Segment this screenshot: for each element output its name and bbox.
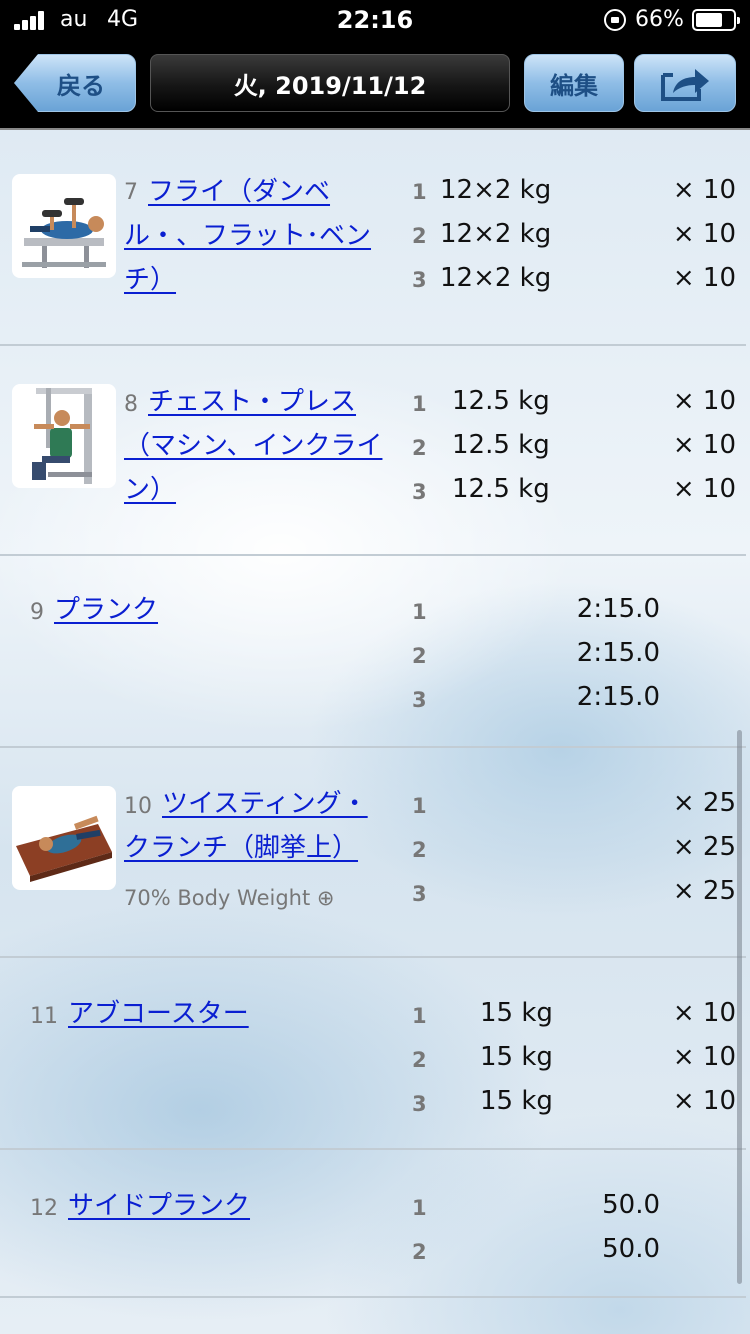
set-number: 2 — [412, 644, 427, 668]
set-weight: 12.5 kg — [452, 474, 550, 504]
set-number: 1 — [412, 600, 427, 624]
set-number: 1 — [412, 180, 427, 204]
set-number: 1 — [412, 1004, 427, 1028]
set-weight: 12×2 kg — [440, 219, 552, 249]
status-bar: au 4G 22:16 66% — [0, 0, 750, 40]
set-number: 3 — [412, 688, 427, 712]
set-number: 1 — [412, 794, 427, 818]
exercise-name-link[interactable]: アブコースター — [68, 992, 249, 1036]
exercise-row[interactable]: 8 チェスト・プレス （マシン、インクライ ン） 1 12.5 kg × 10 … — [0, 346, 746, 556]
set-number: 3 — [412, 1092, 427, 1116]
exercise-name-line: （マシン、インクライ — [124, 431, 383, 461]
exercise-name-line: ル・、フラット･ベン — [124, 221, 372, 251]
exercise-name-line: フライ（ダンベ — [148, 177, 331, 207]
set-number: 2 — [412, 838, 427, 862]
edit-button[interactable]: 編集 — [524, 54, 624, 112]
set-number: 1 — [412, 392, 427, 416]
exercise-name-link[interactable]: フライ（ダンベ — [148, 170, 330, 214]
scrollbar[interactable] — [737, 730, 742, 1284]
set-weight: 15 kg — [480, 1086, 553, 1116]
exercise-number: 10 — [124, 794, 152, 819]
exercise-thumbnail — [12, 786, 116, 890]
chest-press-machine-icon — [32, 388, 92, 484]
set-number: 2 — [412, 1240, 427, 1264]
set-weight: 12×2 kg — [440, 263, 552, 293]
share-button[interactable] — [634, 54, 736, 112]
set-number: 2 — [412, 436, 427, 460]
set-reps: × 10 — [672, 386, 736, 416]
exercise-row[interactable]: 11 アブコースター 1 15 kg × 10 2 15 kg × 10 3 1… — [0, 958, 746, 1150]
exercise-name-line: ン） — [124, 475, 177, 505]
exercise-name-link[interactable]: クランチ（脚挙上） — [124, 826, 358, 870]
set-weight: 15 kg — [480, 998, 553, 1028]
set-time: 2:15.0 — [576, 682, 660, 712]
set-time: 50.0 — [602, 1190, 660, 1220]
exercise-name-line: ツイスティング・ — [162, 789, 368, 819]
set-reps: × 10 — [672, 430, 736, 460]
set-weight: 15 kg — [480, 1042, 553, 1072]
set-reps: × 10 — [672, 219, 736, 249]
set-number: 3 — [412, 480, 427, 504]
battery-percentage: 66% — [635, 7, 684, 32]
exercise-name-line: チェスト・プレス — [148, 387, 357, 417]
set-time: 50.0 — [602, 1234, 660, 1264]
exercise-name-link[interactable]: ル・、フラット･ベン チ） — [124, 214, 371, 302]
set-reps: × 10 — [672, 1086, 736, 1116]
set-reps: × 25 — [672, 788, 736, 818]
set-reps: × 25 — [672, 832, 736, 862]
set-reps: × 10 — [672, 474, 736, 504]
set-reps: × 10 — [672, 175, 736, 205]
body-weight-note[interactable]: 70% Body Weight ⊕ — [124, 886, 334, 910]
exercise-number: 11 — [30, 1004, 58, 1029]
exercise-name-link[interactable]: プランク — [54, 588, 158, 632]
set-number: 1 — [412, 1196, 427, 1220]
dumbbell-fly-icon — [22, 198, 106, 268]
set-time: 2:15.0 — [576, 594, 660, 624]
set-number: 3 — [412, 882, 427, 906]
exercise-number: 7 — [124, 180, 138, 205]
set-number: 3 — [412, 268, 427, 292]
exercise-thumbnail — [12, 384, 116, 488]
set-time: 2:15.0 — [576, 638, 660, 668]
exercise-name-line: クランチ（脚挙上） — [124, 833, 359, 863]
back-button[interactable]: 戻る — [14, 54, 136, 112]
exercise-name-link[interactable]: （マシン、インクライ ン） — [124, 424, 382, 512]
exercise-name-link[interactable]: ツイスティング・ — [162, 782, 368, 826]
exercise-number: 12 — [30, 1196, 58, 1221]
set-number: 2 — [412, 224, 427, 248]
exercise-row[interactable]: 10 ツイスティング・ クランチ（脚挙上） 70% Body Weight ⊕ … — [0, 748, 746, 958]
exercise-thumbnail — [12, 174, 116, 278]
exercise-number: 9 — [30, 600, 44, 625]
exercise-row[interactable]: 7 フライ（ダンベ ル・、フラット･ベン チ） 1 12×2 kg × 10 2… — [0, 130, 746, 346]
set-reps: × 25 — [672, 876, 736, 906]
exercise-name-line: チ） — [124, 265, 177, 295]
exercise-name-link[interactable]: サイドプランク — [68, 1184, 250, 1228]
set-reps: × 10 — [672, 263, 736, 293]
set-number: 2 — [412, 1048, 427, 1072]
set-weight: 12.5 kg — [452, 430, 550, 460]
page-title: 火, 2019/11/12 — [150, 54, 510, 112]
battery-icon — [692, 9, 740, 31]
share-icon — [661, 69, 709, 101]
exercise-name-link[interactable]: チェスト・プレス — [148, 380, 356, 424]
rotation-lock-icon — [604, 9, 626, 31]
twisting-crunch-icon — [16, 815, 112, 882]
set-reps: × 10 — [672, 998, 736, 1028]
navigation-bar: 戻る 火, 2019/11/12 編集 — [0, 40, 750, 130]
exercise-number: 8 — [124, 392, 138, 417]
exercise-row[interactable]: 9 プランク 1 2:15.0 2 2:15.0 3 2:15.0 — [0, 556, 746, 748]
set-reps: × 10 — [672, 1042, 736, 1072]
exercise-row[interactable]: 12 サイドプランク 1 50.0 2 50.0 — [0, 1150, 746, 1298]
set-weight: 12×2 kg — [440, 175, 552, 205]
set-weight: 12.5 kg — [452, 386, 550, 416]
